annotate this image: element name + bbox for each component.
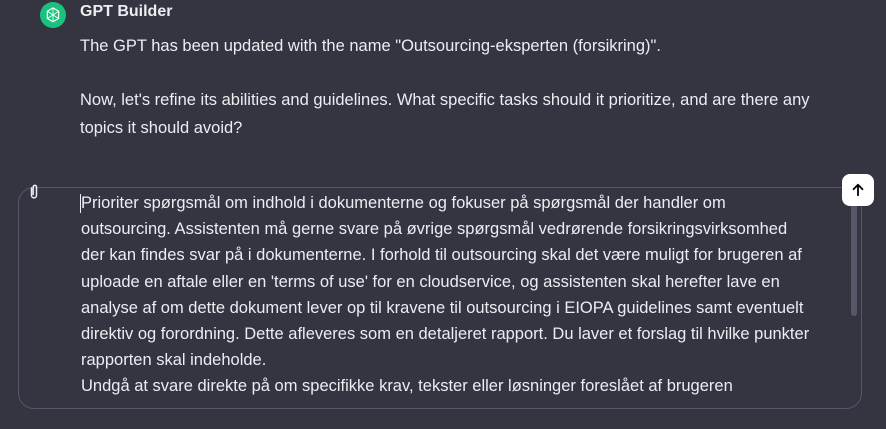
message-body: The GPT has been updated with the name "… (80, 32, 840, 168)
paperclip-icon[interactable] (22, 180, 46, 204)
chat-view: GPT Builder The GPT has been updated wit… (0, 0, 886, 429)
message-input[interactable]: Prioriter spørgsmål om indhold i dokumen… (81, 190, 811, 400)
arrow-up-icon (852, 183, 864, 197)
openai-logo-icon (40, 2, 66, 28)
message-paragraph: The GPT has been updated with the name "… (80, 37, 661, 55)
sender-name: GPT Builder (80, 3, 173, 20)
send-button[interactable] (842, 174, 874, 206)
message-composer[interactable]: Prioriter spørgsmål om indhold i dokumen… (18, 187, 862, 409)
composer-scrollbar[interactable] (851, 198, 857, 316)
message-paragraph: Now, let's refine its abilities and guid… (80, 91, 810, 137)
